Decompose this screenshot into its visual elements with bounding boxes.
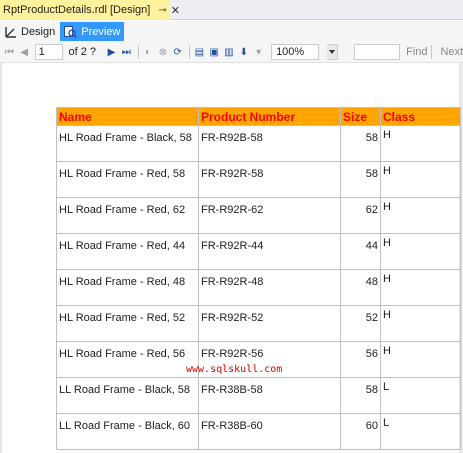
cell-class: H: [380, 233, 461, 270]
cell-size: 58: [340, 377, 381, 414]
table-row: HL Road Frame - Red, 62 FR-R92R-62 62 H: [56, 197, 461, 234]
cell-product-number: FR-R38B-60: [198, 413, 341, 450]
cell-product-number: FR-R92B-58: [198, 125, 341, 162]
close-icon[interactable]: ✕: [171, 4, 180, 17]
table-row: HL Road Frame - Red, 44 FR-R92R-44 44 H: [56, 233, 461, 270]
cell-class: H: [380, 125, 461, 162]
cell-size: 62: [340, 197, 381, 234]
cell-name: HL Road Frame - Red, 52: [56, 305, 199, 342]
view-toggle-bar: Design Preview: [0, 21, 463, 42]
toolbar-separator: [137, 45, 139, 59]
report-toolbar: ⏮ ◀ 1 of 2 ? ▶ ⏭ ◐ ⊗ ⟳ ▤ ▣ ▥ ⬇ ▾ 100% Fi…: [0, 42, 463, 63]
cell-product-number: FR-R92R-48: [198, 269, 341, 306]
header-product-number: Product Number: [198, 107, 341, 126]
next-page-icon[interactable]: ▶: [105, 45, 118, 59]
find-next-link[interactable]: Next: [440, 46, 463, 58]
page-number-input[interactable]: 1: [34, 44, 63, 60]
table-header-row: Name Product Number Size Class: [56, 107, 461, 126]
zoom-dropdown-icon[interactable]: [327, 44, 339, 60]
last-page-icon[interactable]: ⏭: [120, 45, 133, 59]
design-view-label: Design: [21, 25, 56, 38]
export-icon[interactable]: ⬇: [237, 45, 250, 59]
toolbar-separator: [430, 45, 432, 59]
zoom-select[interactable]: 100%: [271, 44, 320, 60]
cell-product-number: FR-R92R-58: [198, 161, 341, 198]
print-layout-icon[interactable]: ▣: [208, 45, 221, 59]
cell-size: 56: [340, 341, 381, 378]
document-tabstrip: RptProductDetails.rdl [Design] ⊸ ✕: [0, 0, 463, 20]
cell-class: L: [380, 377, 461, 414]
cell-class: H: [380, 161, 461, 198]
cell-name: HL Road Frame - Black, 58: [56, 125, 199, 162]
refresh-icon[interactable]: ⟳: [171, 45, 184, 59]
cell-name: HL Road Frame - Red, 44: [56, 233, 199, 270]
cell-product-number: FR-R92R-62: [198, 197, 341, 234]
cell-name: HL Road Frame - Red, 62: [56, 197, 199, 234]
cell-class: H: [380, 269, 461, 306]
toolbar-separator: [189, 45, 190, 59]
preview-view-button[interactable]: Preview: [60, 22, 125, 41]
cell-product-number: FR-R92R-52: [198, 305, 341, 342]
cell-size: 44: [340, 233, 381, 270]
cell-size: 58: [340, 161, 381, 198]
cell-size: 58: [340, 125, 381, 162]
cell-size: 60: [340, 413, 381, 450]
header-size: Size: [340, 107, 381, 126]
cell-name: HL Road Frame - Red, 56: [56, 341, 199, 378]
preview-view-label: Preview: [81, 25, 121, 38]
header-name: Name: [56, 107, 199, 126]
table-row: LL Road Frame - Black, 60 FR-R38B-60 60 …: [56, 413, 461, 450]
table-row: LL Road Frame - Black, 58 FR-R38B-58 58 …: [56, 377, 461, 414]
cell-class: H: [380, 305, 461, 342]
preview-icon: [64, 25, 78, 38]
left-gutter: [0, 63, 2, 453]
product-table: Name Product Number Size Class HL Road F…: [56, 107, 461, 450]
previous-page-icon[interactable]: ◀: [18, 45, 31, 59]
document-tab-title: RptProductDetails.rdl [Design]: [3, 4, 151, 16]
report-body: Name Product Number Size Class HL Road F…: [56, 107, 461, 450]
find-input[interactable]: [354, 44, 401, 60]
cell-size: 48: [340, 269, 381, 306]
cell-name: LL Road Frame - Black, 58: [56, 377, 199, 414]
table-row: HL Road Frame - Red, 52 FR-R92R-52 52 H: [56, 305, 461, 342]
cell-class: L: [380, 413, 461, 450]
table-row: HL Road Frame - Red, 48 FR-R92R-48 48 H: [56, 269, 461, 306]
table-row: HL Road Frame - Red, 58 FR-R92R-58 58 H: [56, 161, 461, 198]
cell-class: H: [380, 341, 461, 378]
page-count-text: of 2 ?: [68, 46, 97, 58]
cell-size: 52: [340, 305, 381, 342]
export-dropdown-icon[interactable]: ▾: [252, 45, 265, 59]
stop-icon[interactable]: ⊗: [156, 45, 169, 59]
table-row: HL Road Frame - Black, 58 FR-R92B-58 58 …: [56, 125, 461, 162]
cell-class: H: [380, 197, 461, 234]
first-page-icon[interactable]: ⏮: [3, 45, 16, 59]
back-icon[interactable]: ◐: [142, 45, 155, 59]
print-icon[interactable]: ▤: [193, 45, 206, 59]
cell-name: LL Road Frame - Black, 60: [56, 413, 199, 450]
header-class: Class: [380, 107, 461, 126]
document-tab[interactable]: RptProductDetails.rdl [Design] ⊸ ✕: [0, 0, 180, 20]
cell-product-number: FR-R38B-58: [198, 377, 341, 414]
pin-icon[interactable]: ⊸: [158, 5, 166, 16]
cell-name: HL Road Frame - Red, 48: [56, 269, 199, 306]
cell-product-number: FR-R92R-44: [198, 233, 341, 270]
watermark-text: www.sqlskull.com: [186, 364, 283, 375]
page-setup-icon[interactable]: ▥: [223, 45, 236, 59]
design-icon: [5, 26, 16, 38]
cell-name: HL Road Frame - Red, 58: [56, 161, 199, 198]
find-link[interactable]: Find: [406, 46, 427, 58]
design-view-button[interactable]: Design: [1, 22, 59, 41]
